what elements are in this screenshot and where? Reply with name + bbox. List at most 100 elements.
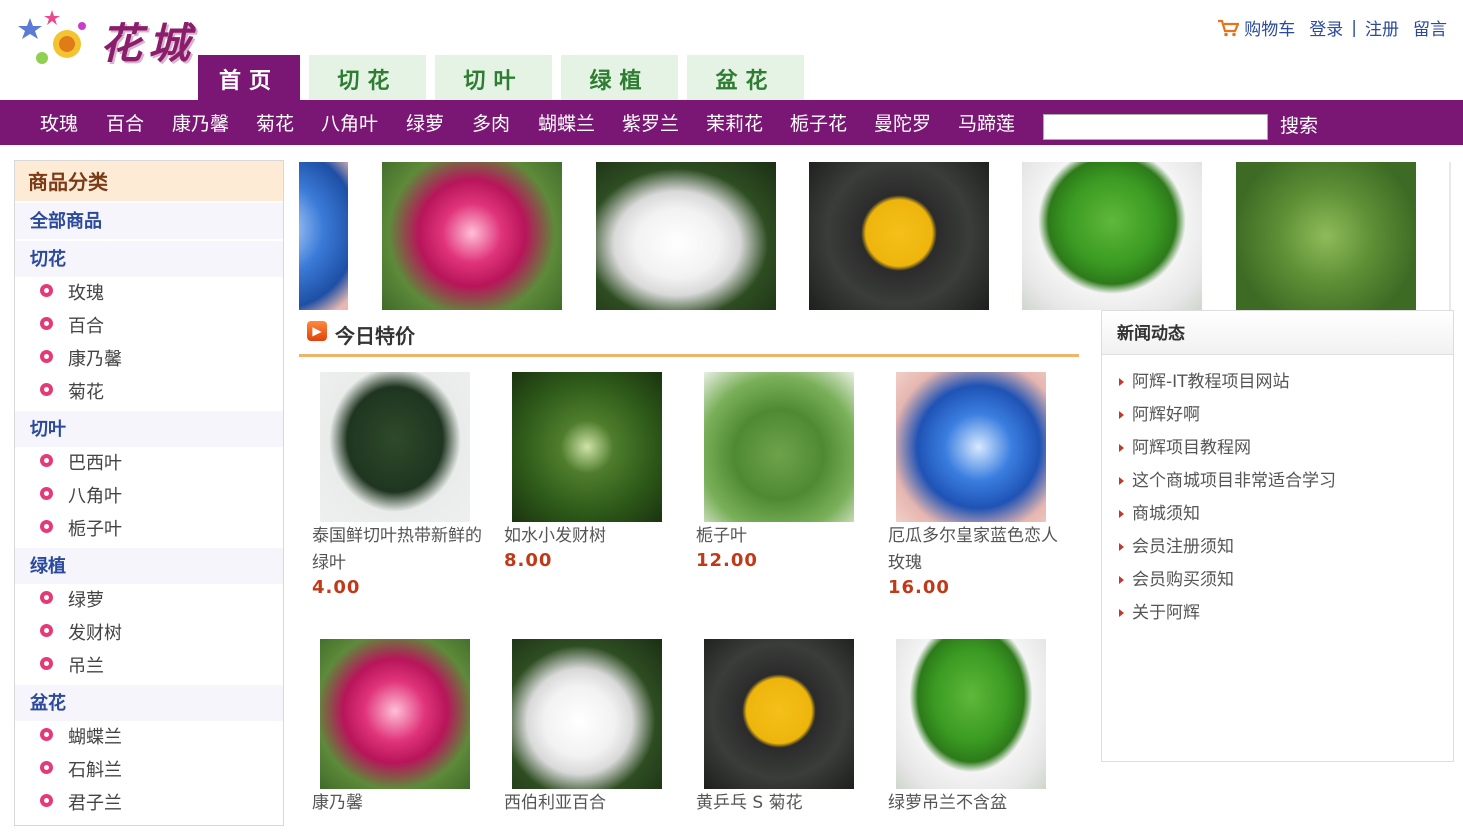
- subcategory-item[interactable]: 百合: [15, 310, 283, 343]
- product-image[interactable]: [512, 372, 662, 522]
- carousel-image-lily[interactable]: [596, 162, 776, 310]
- category-group-green-plants[interactable]: 绿植: [15, 548, 283, 584]
- subcategory-item[interactable]: 玫瑰: [15, 277, 283, 310]
- subcategory-item[interactable]: 发财树: [15, 617, 283, 650]
- tab-cut-flowers[interactable]: 切花: [309, 55, 426, 102]
- news-item[interactable]: 阿辉好啊: [1102, 399, 1453, 432]
- cart-link[interactable]: 购物车: [1217, 15, 1295, 40]
- product-name[interactable]: 黄乒乓 S 菊花: [696, 790, 868, 817]
- subcategory-item[interactable]: 康乃馨: [15, 343, 283, 376]
- bullet-icon: [40, 487, 53, 500]
- product-card[interactable]: 厄瓜多尔皇家蓝色恋人玫瑰 16.00: [888, 372, 1060, 598]
- nav-item[interactable]: 多肉: [472, 100, 510, 145]
- product-name[interactable]: 康乃馨: [312, 790, 484, 817]
- nav-item[interactable]: 玫瑰: [40, 100, 78, 145]
- subcategory-item[interactable]: 菊花: [15, 376, 283, 409]
- product-image[interactable]: [896, 639, 1046, 789]
- product-name[interactable]: 厄瓜多尔皇家蓝色恋人玫瑰: [888, 523, 1060, 577]
- product-card[interactable]: 西伯利亚百合: [504, 639, 676, 817]
- product-card[interactable]: 如水小发财树 8.00: [504, 372, 676, 571]
- nav-item[interactable]: 紫罗兰: [622, 100, 679, 145]
- tab-cut-leaves[interactable]: 切叶: [435, 55, 552, 102]
- subcategory-label: 发财树: [68, 623, 122, 644]
- nav-item[interactable]: 马蹄莲: [958, 100, 1015, 145]
- category-group-cut-leaves[interactable]: 切叶: [15, 411, 283, 447]
- subcategory-label: 康乃馨: [68, 349, 122, 370]
- news-item[interactable]: 阿辉项目教程网: [1102, 432, 1453, 465]
- subcategory-item[interactable]: 八角叶: [15, 480, 283, 513]
- product-price: 4.00: [312, 577, 361, 598]
- search-button[interactable]: 搜索: [1280, 100, 1318, 145]
- product-name[interactable]: 如水小发财树: [504, 523, 676, 550]
- carousel-image-green-plant[interactable]: [1236, 162, 1416, 310]
- subcategory-item[interactable]: 吊兰: [15, 650, 283, 683]
- subcategory-label: 玫瑰: [68, 283, 104, 304]
- product-name[interactable]: 泰国鲜切叶热带新鲜的绿叶: [312, 523, 484, 577]
- news-item[interactable]: 这个商城项目非常适合学习: [1102, 465, 1453, 498]
- bullet-icon: [40, 454, 53, 467]
- search-input[interactable]: [1043, 114, 1268, 140]
- product-card[interactable]: 黄乒乓 S 菊花: [696, 639, 868, 817]
- news-item[interactable]: 关于阿辉: [1102, 597, 1453, 630]
- site-logo[interactable]: 花城: [12, 8, 197, 74]
- link-separator: |: [1351, 17, 1357, 38]
- category-group-potted-flowers[interactable]: 盆花: [15, 685, 283, 721]
- news-item[interactable]: 会员购买须知: [1102, 564, 1453, 597]
- nav-item[interactable]: 蝴蝶兰: [538, 100, 595, 145]
- subcategory-label: 吊兰: [68, 656, 104, 677]
- bullet-icon: [40, 383, 53, 396]
- login-link[interactable]: 登录: [1309, 15, 1343, 40]
- logo-text: 花城: [100, 19, 197, 68]
- subcategory-item[interactable]: 绿萝: [15, 584, 283, 617]
- nav-item[interactable]: 康乃馨: [172, 100, 229, 145]
- category-group-cut-flowers[interactable]: 切花: [15, 241, 283, 277]
- register-link[interactable]: 注册: [1365, 15, 1399, 40]
- subcategory-label: 石斛兰: [68, 760, 122, 781]
- bullet-icon: [40, 317, 53, 330]
- product-card[interactable]: 泰国鲜切叶热带新鲜的绿叶 4.00: [312, 372, 484, 598]
- subcategory-label: 君子兰: [68, 793, 122, 814]
- subcategory-label: 栀子叶: [68, 519, 122, 540]
- news-item[interactable]: 阿辉-IT教程项目网站: [1102, 366, 1453, 399]
- shopping-cart-icon: [1218, 19, 1240, 36]
- carousel-image-blue-rose[interactable]: [299, 162, 348, 310]
- nav-item[interactable]: 茉莉花: [706, 100, 763, 145]
- product-name[interactable]: 栀子叶: [696, 523, 868, 550]
- nav-item[interactable]: 绿萝: [406, 100, 444, 145]
- nav-item[interactable]: 八角叶: [321, 100, 378, 145]
- product-image[interactable]: [896, 372, 1046, 522]
- subcategory-item[interactable]: 君子兰: [15, 787, 283, 820]
- product-card[interactable]: 栀子叶 12.00: [696, 372, 868, 571]
- product-image[interactable]: [320, 639, 470, 789]
- subcategory-item[interactable]: 蝴蝶兰: [15, 721, 283, 754]
- product-image[interactable]: [320, 372, 470, 522]
- subcategory-item[interactable]: 石斛兰: [15, 754, 283, 787]
- nav-item[interactable]: 曼陀罗: [874, 100, 931, 145]
- nav-item[interactable]: 百合: [106, 100, 144, 145]
- product-image[interactable]: [704, 372, 854, 522]
- tab-green-plants[interactable]: 绿植: [561, 55, 678, 102]
- tab-potted-flowers[interactable]: 盆花: [687, 55, 804, 102]
- carousel-image-carnation[interactable]: [382, 162, 562, 310]
- carousel-image-chrysanthemum[interactable]: [809, 162, 989, 310]
- bullet-icon: [40, 761, 53, 774]
- subcategory-label: 巴西叶: [68, 453, 122, 474]
- product-image[interactable]: [704, 639, 854, 789]
- message-link[interactable]: 留言: [1413, 15, 1447, 40]
- product-image[interactable]: [512, 639, 662, 789]
- product-name[interactable]: 绿萝吊兰不含盆: [888, 790, 1060, 817]
- news-title: 新闻动态: [1102, 311, 1453, 355]
- news-item[interactable]: 会员注册须知: [1102, 531, 1453, 564]
- subcategory-item[interactable]: 栀子叶: [15, 513, 283, 546]
- category-all[interactable]: 全部商品: [15, 203, 283, 239]
- product-card[interactable]: 绿萝吊兰不含盆: [888, 639, 1060, 817]
- tab-home[interactable]: 首页: [198, 55, 300, 102]
- subcategory-item[interactable]: 巴西叶: [15, 447, 283, 480]
- nav-item[interactable]: 菊花: [256, 100, 294, 145]
- product-card[interactable]: 康乃馨: [312, 639, 484, 817]
- product-name[interactable]: 西伯利亚百合: [504, 790, 676, 817]
- product-carousel[interactable]: [299, 162, 1451, 310]
- news-item[interactable]: 商城须知: [1102, 498, 1453, 531]
- nav-item[interactable]: 栀子花: [790, 100, 847, 145]
- carousel-image-pothos[interactable]: [1022, 162, 1202, 310]
